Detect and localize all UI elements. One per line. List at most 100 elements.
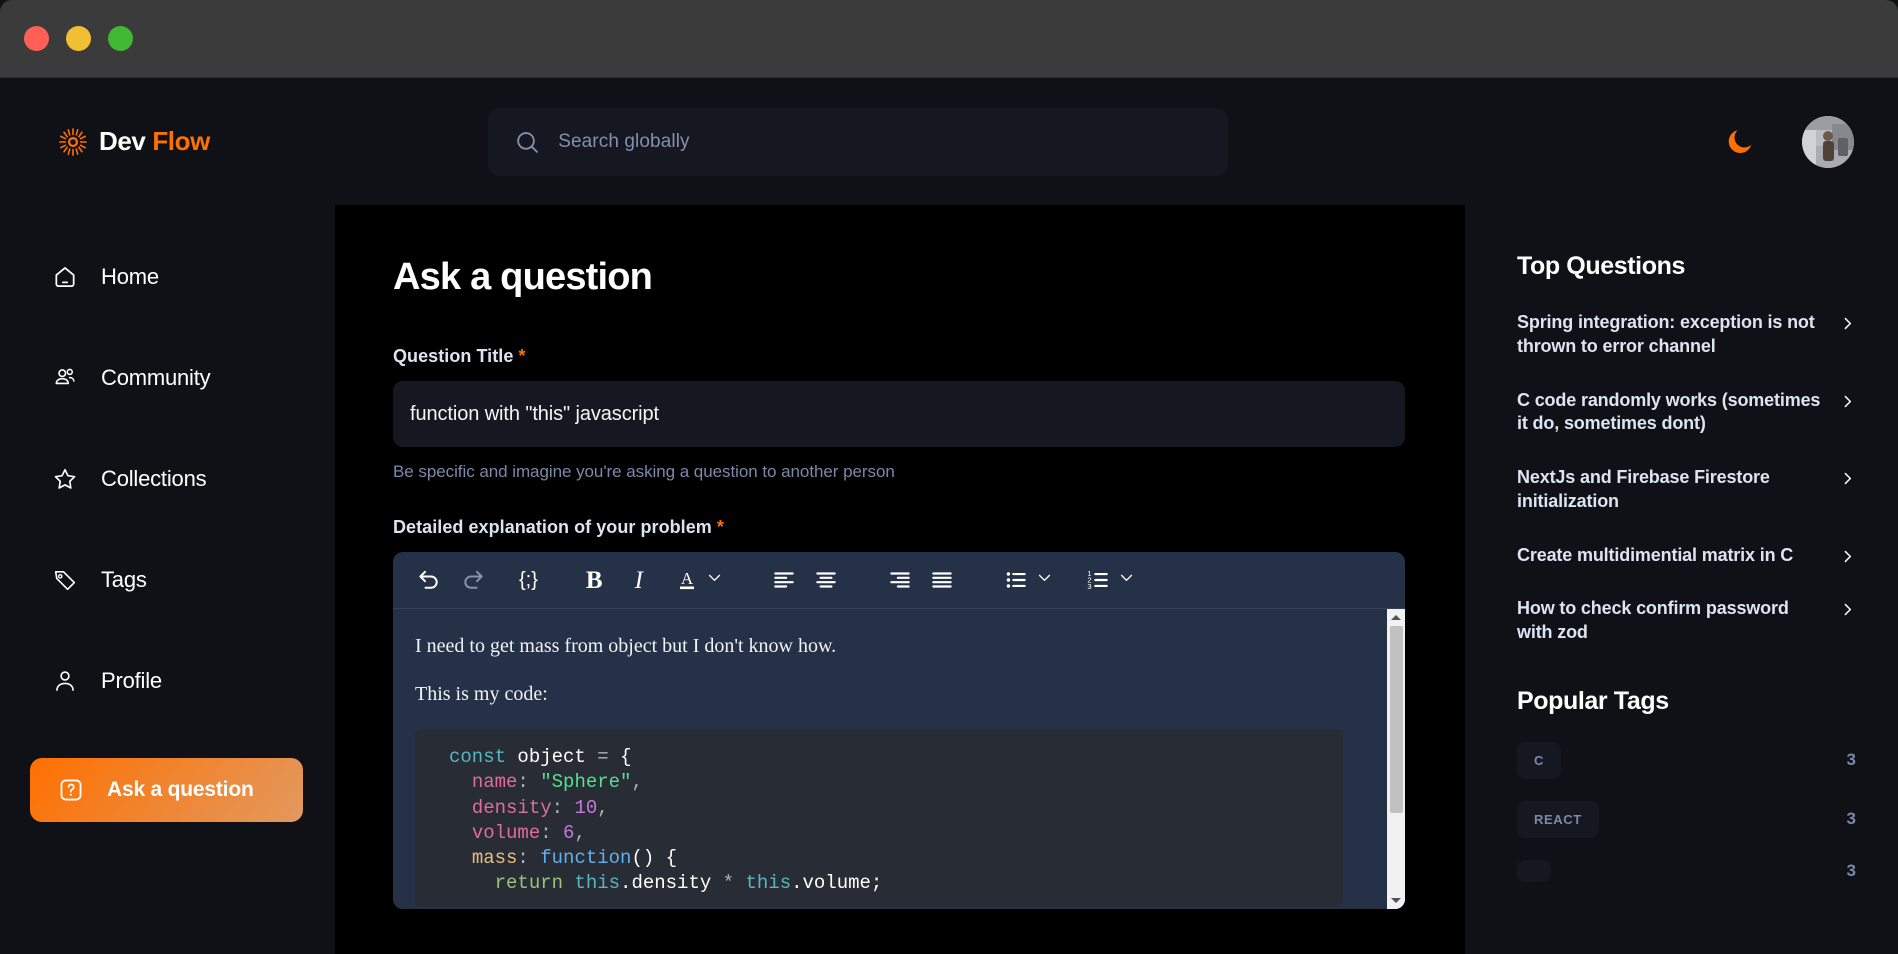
chevron-right-icon (1844, 604, 1852, 616)
explanation-label: Detailed explanation of your problem * (393, 517, 1405, 538)
question-title-field-block: Question Title * Be specific and imagine… (393, 346, 1405, 482)
global-search-bar[interactable] (488, 107, 1228, 176)
top-questions-title: Top Questions (1517, 252, 1685, 280)
bold-icon[interactable]: B (586, 568, 603, 593)
search-icon (517, 131, 538, 153)
tag-pill[interactable]: C (1517, 741, 1561, 779)
tag-icon (54, 570, 76, 591)
editor-toolbar: {;} B I A 1 2 3 (393, 552, 1405, 609)
scrollbar-track[interactable] (1387, 813, 1405, 892)
top-question-item[interactable]: Create multidimential matrix in C (1517, 544, 1856, 568)
scrollbar-up-arrow[interactable] (1387, 609, 1405, 626)
explanation-field-block: Detailed explanation of your problem * {… (393, 517, 1405, 909)
popular-tag-row: REACT 3 (1517, 800, 1856, 838)
left-sidebar: Home Community Collections Tags Profile … (0, 205, 335, 954)
moon-icon[interactable] (1725, 127, 1755, 157)
align-right-icon[interactable] (887, 567, 913, 593)
question-title-label: Question Title * (393, 346, 1405, 367)
top-question-text: NextJs and Firebase Firestore initializa… (1517, 467, 1770, 511)
window-maximize-button[interactable] (108, 26, 133, 51)
text-color-chevron-down-icon[interactable] (706, 569, 723, 591)
ask-question-label: Ask a question (107, 778, 254, 801)
star-icon (54, 468, 76, 489)
top-question-text: Create multidimential matrix in C (1517, 544, 1794, 565)
tag-count: 3 (1846, 750, 1856, 770)
svg-text:3: 3 (1087, 582, 1091, 591)
scrollbar-down-arrow[interactable] (1387, 892, 1405, 909)
top-question-item[interactable]: How to check confirm password with zod (1517, 597, 1856, 645)
search-input[interactable] (558, 130, 1202, 153)
redo-icon[interactable] (459, 566, 487, 594)
sidebar-item-label: Tags (101, 567, 147, 592)
sidebar-item-profile[interactable]: Profile (0, 657, 335, 705)
main-content: Ask a question Question Title * Be speci… (335, 205, 1465, 954)
required-marker: * (518, 346, 526, 366)
ordered-list-chevron-down-icon[interactable] (1118, 569, 1135, 591)
sidebar-item-label: Community (101, 365, 211, 390)
top-question-text: C code randomly works (sometimes it do, … (1517, 389, 1821, 434)
top-question-item[interactable]: Spring integration: exception is not thr… (1517, 311, 1856, 359)
chevron-right-icon (1844, 317, 1852, 330)
tag-pill[interactable]: REACT (1517, 800, 1599, 838)
top-question-text: How to check confirm password with zod (1517, 598, 1789, 642)
tag-pill[interactable] (1517, 859, 1551, 882)
ordered-list-icon[interactable]: 123 (1085, 567, 1111, 593)
editor-paragraph: I need to get mass from object but I don… (415, 635, 837, 657)
sidebar-item-label: Collections (101, 466, 207, 491)
chevron-right-icon (1844, 472, 1852, 485)
explanation-label-text: Detailed explanation of your problem (393, 517, 712, 537)
sidebar-item-community[interactable]: Community (0, 354, 335, 402)
top-question-item[interactable]: C code randomly works (sometimes it do, … (1517, 389, 1856, 437)
app-window: Dev Flow Search globally Home Community … (0, 0, 1898, 954)
scrollbar-thumb[interactable] (1389, 626, 1403, 813)
italic-icon[interactable]: I (635, 568, 643, 593)
question-square-icon (60, 779, 82, 801)
sidebar-item-home[interactable]: Home (0, 253, 335, 301)
popular-tag-row: C 3 (1517, 741, 1856, 779)
brand-name: Dev Flow (99, 126, 210, 156)
sidebar-item-label: Home (101, 264, 159, 289)
question-title-label-text: Question Title (393, 346, 514, 366)
sidebar-item-collections[interactable]: Collections (0, 455, 335, 503)
ask-question-button[interactable]: Ask a question (30, 758, 303, 822)
tag-count: 3 (1846, 860, 1856, 880)
window-minimize-button[interactable] (66, 26, 91, 51)
users-icon (55, 368, 75, 385)
align-center-icon[interactable] (813, 567, 839, 593)
text-color-icon[interactable]: A (675, 567, 699, 593)
window-titlebar (0, 0, 1898, 78)
required-marker: * (716, 517, 724, 537)
editor-paragraph: This is my code: (415, 683, 548, 705)
navbar-actions (1725, 115, 1854, 168)
editor-scrollbar[interactable] (1387, 609, 1405, 909)
top-question-item[interactable]: NextJs and Firebase Firestore initializa… (1517, 466, 1856, 514)
brand-logo[interactable]: Dev Flow (58, 126, 488, 157)
app-body: Home Community Collections Tags Profile … (0, 205, 1898, 954)
editor-content-area[interactable]: I need to get mass from object but I don… (393, 609, 1405, 909)
align-justify-icon[interactable] (929, 567, 955, 593)
question-title-hint: Be specific and imagine you're asking a … (393, 462, 895, 481)
avatar[interactable] (1802, 115, 1854, 168)
avatar-image (1802, 115, 1854, 168)
bullet-list-icon[interactable] (1003, 567, 1029, 593)
home-icon (55, 267, 75, 287)
align-left-icon[interactable] (771, 567, 797, 593)
svg-text:A: A (681, 569, 694, 588)
code-block: const object = { name: "Sphere", density… (415, 729, 1343, 907)
sidebar-item-tags[interactable]: Tags (0, 556, 335, 604)
app-root: Dev Flow Search globally Home Community … (0, 78, 1898, 954)
window-close-button[interactable] (24, 26, 49, 51)
code-content: const object = { name: "Sphere", density… (449, 746, 883, 895)
bullet-list-chevron-down-icon[interactable] (1036, 569, 1053, 591)
code-block-icon[interactable]: {;} (519, 570, 538, 590)
chevron-right-icon (1844, 550, 1852, 562)
page-title: Ask a question (393, 256, 653, 298)
chevron-right-icon (1844, 395, 1852, 407)
tag-count: 3 (1846, 809, 1856, 829)
top-navbar: Dev Flow (0, 78, 1898, 205)
question-title-input[interactable] (393, 381, 1405, 447)
undo-icon[interactable] (415, 566, 443, 594)
popular-tag-row: 3 (1517, 859, 1856, 882)
person-icon (56, 671, 74, 691)
rich-text-editor: {;} B I A 1 2 3 I need to get mass from … (393, 552, 1405, 909)
